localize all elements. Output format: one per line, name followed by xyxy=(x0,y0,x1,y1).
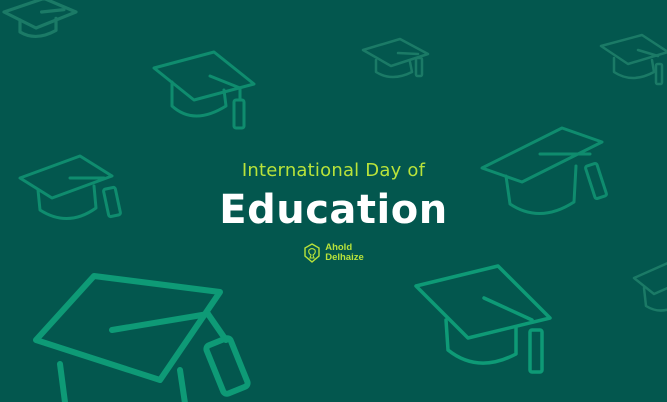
graduation-cap-icon xyxy=(599,33,667,86)
graduation-cap-icon xyxy=(2,0,78,38)
brand-logo: Ahold Delhaize xyxy=(303,243,364,263)
brand-name-line2: Delhaize xyxy=(325,252,364,263)
heading-block: International Day of Education Ahold Del… xyxy=(0,160,667,267)
graduation-cap-icon xyxy=(632,261,667,312)
graduation-cap-icon xyxy=(361,37,430,79)
graduation-cap-icon xyxy=(33,273,251,402)
graduation-cap-icon xyxy=(414,264,552,374)
banner-canvas: International Day of Education Ahold Del… xyxy=(0,0,667,402)
graduation-cap-icon xyxy=(152,50,256,130)
subtitle: International Day of xyxy=(241,160,426,181)
lion-emblem-icon xyxy=(304,243,320,263)
page-title: Education xyxy=(219,187,448,233)
